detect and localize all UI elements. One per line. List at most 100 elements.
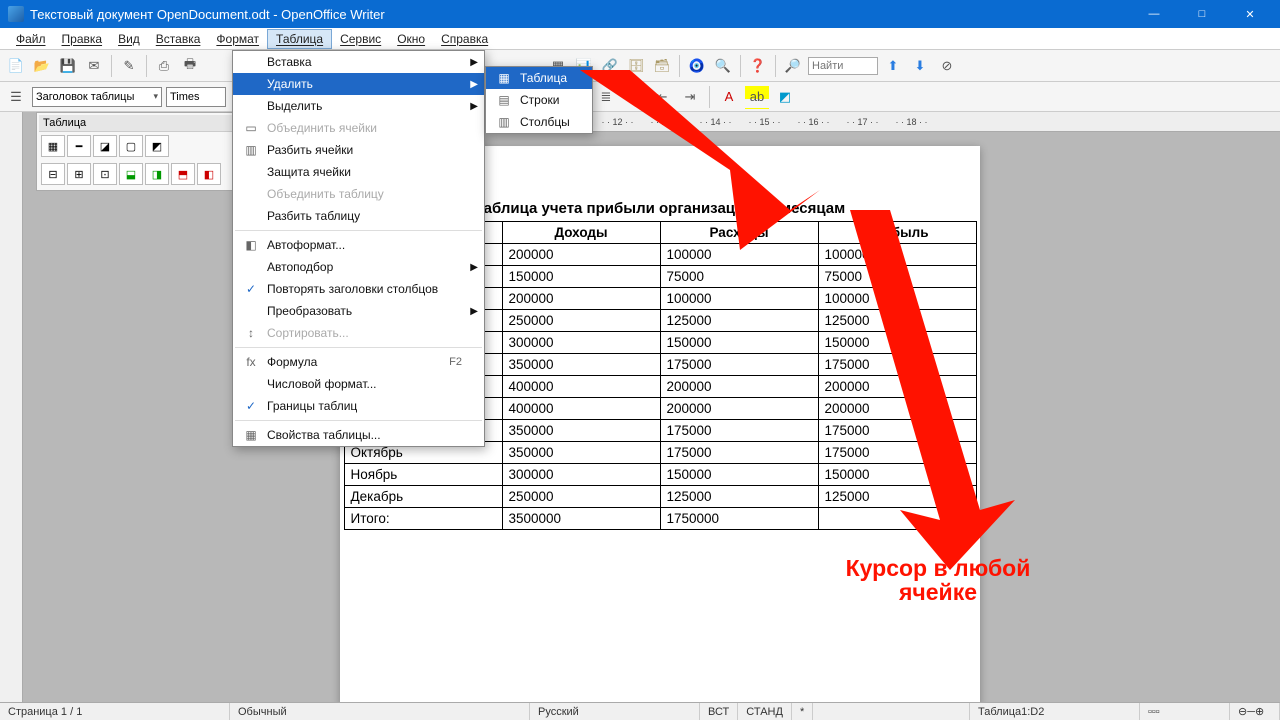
menu-view[interactable]: Вид bbox=[110, 30, 148, 48]
find-prev-icon[interactable]: ⬆ bbox=[881, 54, 905, 78]
db2-icon[interactable]: 🗃 bbox=[650, 54, 674, 78]
table-cell[interactable]: 100000 bbox=[818, 288, 976, 310]
menu-tools[interactable]: Сервис bbox=[332, 30, 389, 48]
table-cell[interactable]: 150000 bbox=[660, 464, 818, 486]
save-icon[interactable]: 💾 bbox=[56, 54, 80, 78]
table-cell[interactable]: 350000 bbox=[502, 354, 660, 376]
status-zoom[interactable]: ⊖─⊕ bbox=[1230, 703, 1280, 720]
status-view-icons[interactable]: ▫▫▫ bbox=[1140, 703, 1230, 720]
table-cell[interactable] bbox=[818, 508, 976, 530]
menu-item[interactable]: Защита ячейки bbox=[233, 161, 484, 183]
status-style[interactable]: Обычный bbox=[230, 703, 530, 720]
close-button[interactable]: ✕ bbox=[1228, 4, 1272, 24]
table-cell[interactable]: 125000 bbox=[660, 486, 818, 508]
menu-item[interactable]: Разбить таблицу bbox=[233, 205, 484, 227]
table-cell[interactable]: 100000 bbox=[818, 244, 976, 266]
table-row[interactable]: Итого:35000001750000 bbox=[344, 508, 976, 530]
new-doc-icon[interactable]: 📄 bbox=[4, 54, 28, 78]
borders-icon[interactable]: ▢ bbox=[119, 135, 143, 157]
table-cell[interactable]: 1750000 bbox=[660, 508, 818, 530]
table-cell[interactable]: 200000 bbox=[818, 398, 976, 420]
menu-item[interactable]: Вставка▶ bbox=[233, 51, 484, 73]
email-icon[interactable]: ✉ bbox=[82, 54, 106, 78]
menu-item[interactable]: Числовой формат... bbox=[233, 373, 484, 395]
table-cell[interactable]: Ноябрь bbox=[344, 464, 502, 486]
table-cell[interactable]: Итого: bbox=[344, 508, 502, 530]
open-icon[interactable]: 📂 bbox=[30, 54, 54, 78]
paragraph-style-select[interactable]: Заголовок таблицы▾ bbox=[32, 87, 162, 107]
print-icon[interactable]: 🖶 bbox=[178, 54, 202, 78]
menu-item[interactable]: Удалить▶ bbox=[233, 73, 484, 95]
table-cell[interactable]: 175000 bbox=[818, 354, 976, 376]
font-color-icon[interactable]: A bbox=[717, 85, 741, 109]
submenu-item[interactable]: ▤Строки bbox=[486, 89, 592, 111]
table-header-cell[interactable]: Расходы bbox=[660, 222, 818, 244]
table-cell[interactable]: 175000 bbox=[818, 420, 976, 442]
minimize-button[interactable]: — bbox=[1132, 4, 1176, 24]
table-cell[interactable]: Декабрь bbox=[344, 486, 502, 508]
pdf-icon[interactable]: ⎙ bbox=[152, 54, 176, 78]
table-cell[interactable]: 250000 bbox=[502, 310, 660, 332]
table-cell[interactable]: 350000 bbox=[502, 420, 660, 442]
submenu-item[interactable]: ▦Таблица bbox=[486, 67, 592, 89]
table-cell[interactable]: 175000 bbox=[818, 442, 976, 464]
menu-item[interactable]: ✓Повторять заголовки столбцов bbox=[233, 278, 484, 300]
status-insert-mode[interactable]: ВСТ bbox=[700, 703, 738, 720]
table-cell[interactable]: 150000 bbox=[502, 266, 660, 288]
table-grid-icon[interactable]: ▦ bbox=[41, 135, 65, 157]
font-name-select[interactable]: Times bbox=[166, 87, 226, 107]
indent-dec-icon[interactable]: ⇤ bbox=[650, 85, 674, 109]
menu-item[interactable]: Преобразовать▶ bbox=[233, 300, 484, 322]
navigator-icon[interactable]: 🧿 bbox=[685, 54, 709, 78]
find-input[interactable] bbox=[808, 57, 878, 75]
zoom-icon[interactable]: 🔍 bbox=[711, 54, 735, 78]
table-cell[interactable]: 100000 bbox=[660, 244, 818, 266]
menu-item[interactable]: ▦Свойства таблицы... bbox=[233, 424, 484, 446]
insert-col-icon[interactable]: ◨ bbox=[145, 163, 169, 185]
find-close-icon[interactable]: ⊘ bbox=[935, 54, 959, 78]
bg-color-icon[interactable]: ◩ bbox=[773, 85, 797, 109]
menu-window[interactable]: Окно bbox=[389, 30, 433, 48]
split-icon[interactable]: ⊞ bbox=[67, 163, 91, 185]
border-color-icon[interactable]: ◪ bbox=[93, 135, 117, 157]
status-language[interactable]: Русский bbox=[530, 703, 700, 720]
menu-table[interactable]: Таблица bbox=[267, 29, 332, 49]
table-cell[interactable]: 200000 bbox=[660, 376, 818, 398]
menu-item[interactable]: ▥Разбить ячейки bbox=[233, 139, 484, 161]
table-cell[interactable]: 250000 bbox=[502, 486, 660, 508]
menu-item[interactable]: Автоподбор▶ bbox=[233, 256, 484, 278]
table-cell[interactable]: 200000 bbox=[502, 244, 660, 266]
menu-item[interactable]: fxФормулаF2 bbox=[233, 351, 484, 373]
status-sel-mode[interactable]: СТАНД bbox=[738, 703, 792, 720]
list-bullet-icon[interactable]: ≣ bbox=[594, 85, 618, 109]
table-cell[interactable]: 75000 bbox=[660, 266, 818, 288]
table-cell[interactable]: 200000 bbox=[818, 376, 976, 398]
line-style-icon[interactable]: ━ bbox=[67, 135, 91, 157]
find-icon[interactable]: 🔎 bbox=[781, 54, 805, 78]
highlight-icon[interactable]: ab bbox=[745, 85, 769, 109]
menu-format[interactable]: Формат bbox=[208, 30, 267, 48]
table-cell[interactable]: 75000 bbox=[818, 266, 976, 288]
table-cell[interactable]: 175000 bbox=[660, 354, 818, 376]
table-row[interactable]: Декабрь250000125000125000 bbox=[344, 486, 976, 508]
table-cell[interactable]: 150000 bbox=[818, 332, 976, 354]
table-cell[interactable]: 125000 bbox=[818, 310, 976, 332]
table-header-cell[interactable]: Прибыль bbox=[818, 222, 976, 244]
table-cell[interactable]: 300000 bbox=[502, 464, 660, 486]
table-cell[interactable]: 175000 bbox=[660, 442, 818, 464]
table-cell[interactable]: 175000 bbox=[660, 420, 818, 442]
table-header-cell[interactable]: Доходы bbox=[502, 222, 660, 244]
table-cell[interactable]: 100000 bbox=[660, 288, 818, 310]
menu-file[interactable]: Файл bbox=[8, 30, 54, 48]
edit-icon[interactable]: ✎ bbox=[117, 54, 141, 78]
menu-help[interactable]: Справка bbox=[433, 30, 496, 48]
db-icon[interactable]: 🗄 bbox=[624, 54, 648, 78]
table-cell[interactable]: 125000 bbox=[660, 310, 818, 332]
menu-item[interactable]: ✓Границы таблиц bbox=[233, 395, 484, 417]
table-row[interactable]: Ноябрь300000150000150000 bbox=[344, 464, 976, 486]
table-cell[interactable]: 150000 bbox=[818, 464, 976, 486]
table-cell[interactable]: 350000 bbox=[502, 442, 660, 464]
insert-row-icon[interactable]: ⬓ bbox=[119, 163, 143, 185]
indent-inc-icon[interactable]: ⇥ bbox=[678, 85, 702, 109]
delete-col-icon[interactable]: ◧ bbox=[197, 163, 221, 185]
